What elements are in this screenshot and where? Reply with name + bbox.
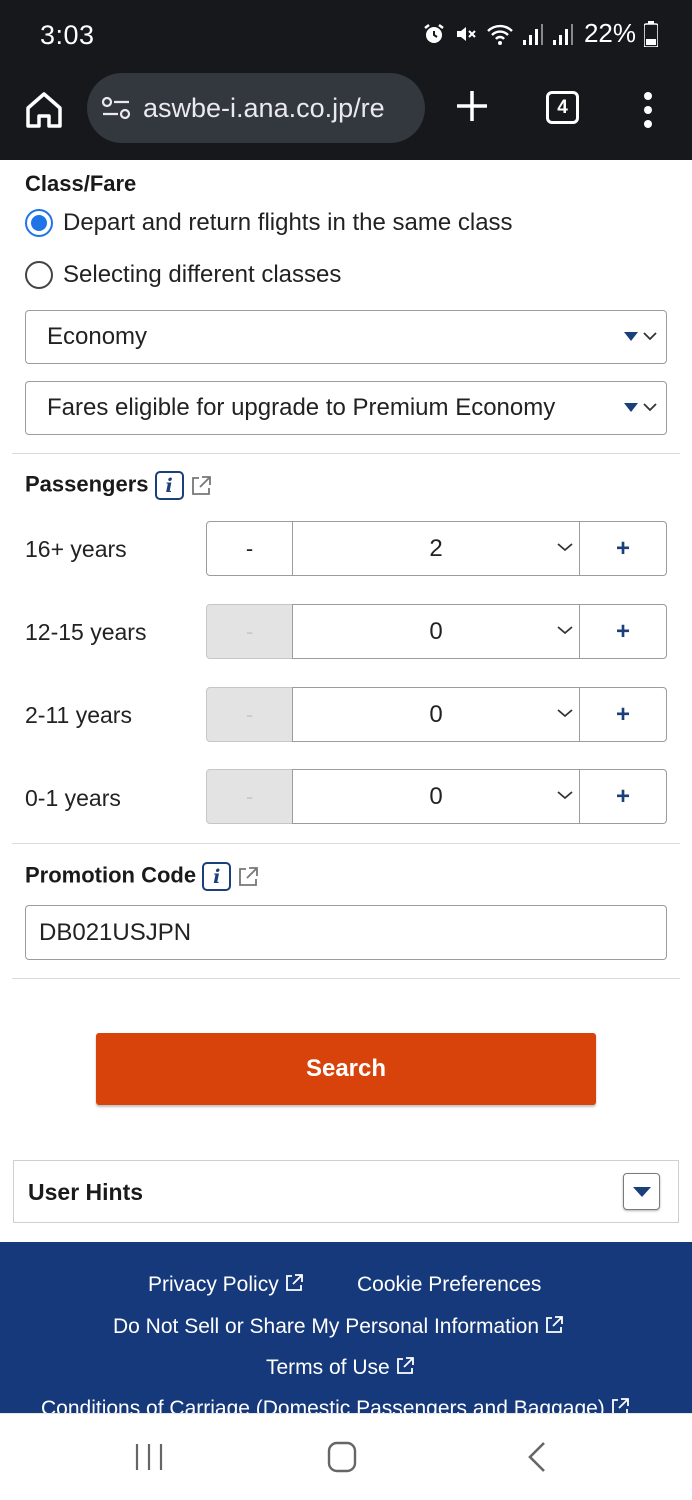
decrement-button-disabled: - [206, 604, 293, 659]
radio-button-checked[interactable] [25, 209, 53, 237]
chevron-down-icon [557, 709, 573, 718]
passenger-count-value: 0 [429, 782, 443, 810]
passenger-age-label: 16+ years [25, 536, 127, 562]
dropdown-arrow-icon [624, 329, 658, 345]
more-menu-icon[interactable] [640, 90, 656, 130]
passenger-count-select[interactable]: 0 [292, 769, 580, 824]
link-label: Conditions of Carriage (Domestic Passeng… [41, 1397, 605, 1413]
site-settings-icon[interactable] [101, 95, 131, 121]
privacy-policy-link[interactable]: Privacy Policy [148, 1273, 304, 1297]
expand-toggle-button[interactable] [623, 1173, 660, 1210]
passenger-count-select[interactable]: 2 [292, 521, 580, 576]
quantity-stepper: - 0 + [206, 687, 667, 742]
external-link-icon [611, 1398, 629, 1413]
status-time: 3:03 [40, 20, 95, 50]
recent-apps-icon[interactable] [134, 1442, 164, 1472]
back-icon[interactable] [526, 1441, 548, 1473]
mute-icon [456, 26, 476, 41]
promotion-code-input[interactable] [25, 905, 667, 960]
home-button-icon[interactable] [327, 1441, 357, 1473]
conditions-of-carriage-link[interactable]: Conditions of Carriage (Domestic Passeng… [41, 1397, 630, 1413]
chevron-down-icon [557, 626, 573, 635]
passengers-heading: Passengers i [25, 471, 212, 500]
cookie-preferences-link[interactable]: Cookie Preferences [357, 1273, 541, 1297]
passenger-age-label: 12-15 years [25, 619, 147, 645]
url-text: aswbe-i.ana.co.jp/re [143, 92, 385, 123]
link-label: Do Not Sell or Share My Personal Informa… [113, 1315, 540, 1338]
signal-icon [552, 23, 573, 45]
passenger-age-label: 2-11 years [25, 702, 132, 728]
search-button[interactable]: Search [96, 1033, 596, 1105]
status-bar: 3:03 22% [0, 0, 692, 72]
passenger-age-label: 0-1 years [25, 785, 121, 811]
chevron-down-icon [557, 791, 573, 800]
footer: Privacy Policy Cookie Preferences Do Not… [0, 1242, 692, 1413]
quantity-stepper: - 0 + [206, 604, 667, 659]
passenger-count-value: 2 [429, 534, 443, 562]
home-icon[interactable] [22, 88, 66, 132]
radio-button[interactable] [25, 261, 53, 289]
passenger-count-select[interactable]: 0 [292, 604, 580, 659]
do-not-sell-link[interactable]: Do Not Sell or Share My Personal Informa… [113, 1315, 564, 1339]
external-link-icon [285, 1274, 303, 1291]
dropdown-arrow-icon [624, 400, 658, 416]
cabin-class-select[interactable]: Economy [25, 310, 667, 364]
divider [12, 453, 680, 454]
new-tab-icon[interactable] [452, 86, 492, 126]
signal-icon [522, 23, 543, 45]
passenger-count-select[interactable]: 0 [292, 687, 580, 742]
fare-type-select[interactable]: Fares eligible for upgrade to Premium Ec… [25, 381, 667, 435]
user-hints-accordion[interactable]: User Hints [13, 1160, 679, 1223]
decrement-button[interactable]: - [206, 521, 293, 576]
passengers-title: Passengers [25, 471, 149, 497]
link-label: Privacy Policy [148, 1273, 279, 1296]
radio-same-class[interactable]: Depart and return flights in the same cl… [25, 209, 513, 237]
terms-of-use-link[interactable]: Terms of Use [266, 1356, 415, 1380]
link-label: Terms of Use [266, 1356, 390, 1379]
class-fare-title: Class/Fare [25, 171, 137, 196]
passenger-count-value: 0 [429, 617, 443, 645]
increment-button[interactable]: + [579, 687, 667, 742]
chevron-down-icon [557, 543, 573, 552]
radio-label: Depart and return flights in the same cl… [63, 209, 513, 236]
quantity-stepper: - 0 + [206, 769, 667, 824]
fare-type-value: Fares eligible for upgrade to Premium Ec… [47, 394, 556, 421]
external-link-icon[interactable] [190, 475, 212, 497]
info-icon[interactable]: i [154, 471, 184, 500]
radio-label: Selecting different classes [63, 261, 342, 288]
system-navigation-bar [0, 1413, 692, 1500]
tab-switcher-button[interactable]: 4 [546, 91, 579, 124]
promotion-heading: Promotion Code i [25, 862, 259, 891]
promotion-title: Promotion Code [25, 862, 197, 888]
increment-button[interactable]: + [579, 604, 667, 659]
external-link-icon [546, 1316, 563, 1333]
divider [12, 978, 680, 979]
decrement-button-disabled: - [206, 687, 293, 742]
quantity-stepper: - 2 + [206, 521, 667, 576]
caret-down-icon [632, 1186, 651, 1197]
decrement-button-disabled: - [206, 769, 293, 824]
battery-percentage: 22% [583, 18, 636, 48]
radio-different-classes[interactable]: Selecting different classes [25, 261, 341, 289]
increment-button[interactable]: + [579, 769, 667, 824]
passenger-count-value: 0 [429, 700, 443, 728]
battery-icon [644, 20, 658, 47]
divider [12, 843, 680, 844]
increment-button[interactable]: + [579, 521, 667, 576]
cabin-class-value: Economy [47, 323, 148, 350]
browser-toolbar: aswbe-i.ana.co.jp/re 4 [0, 72, 692, 160]
status-icons: 22% [422, 18, 658, 49]
alarm-icon [424, 23, 444, 43]
info-icon[interactable]: i [202, 862, 232, 891]
tab-count: 4 [557, 96, 568, 118]
user-hints-title: User Hints [28, 1179, 144, 1205]
wifi-icon [487, 24, 513, 45]
address-bar[interactable]: aswbe-i.ana.co.jp/re [87, 73, 425, 143]
external-link-icon [396, 1357, 414, 1374]
external-link-icon[interactable] [237, 866, 259, 888]
